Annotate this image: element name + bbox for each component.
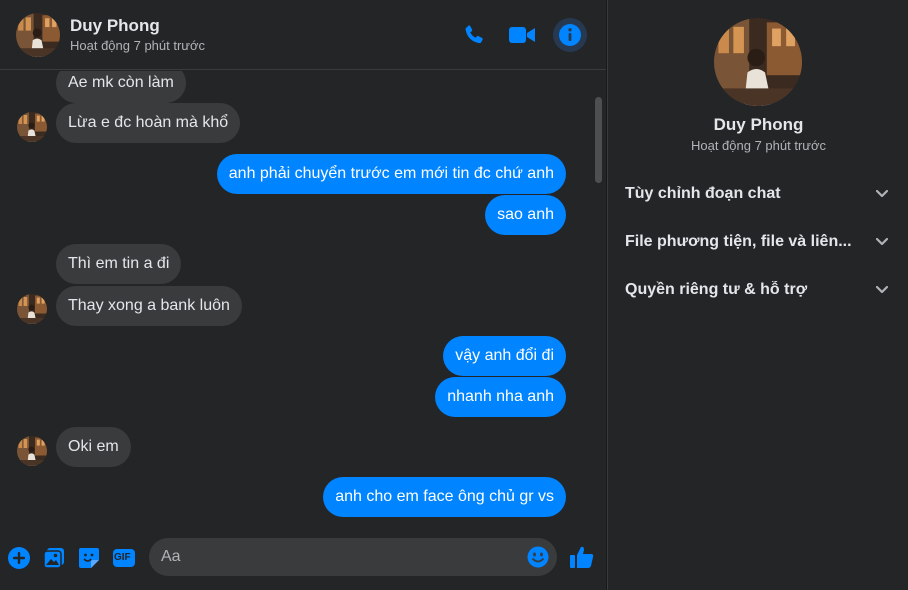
message-input-box[interactable]: [149, 538, 557, 576]
video-camera-icon[interactable]: [507, 20, 537, 50]
section-customize-chat[interactable]: Tùy chỉnh đoạn chat: [616, 172, 896, 216]
gif-label: GIF: [114, 552, 131, 563]
incoming-message[interactable]: Oki em: [56, 427, 131, 467]
outgoing-message[interactable]: vậy anh đổi đi: [443, 336, 566, 376]
plus-circle-icon[interactable]: [6, 545, 32, 571]
chevron-down-icon: [875, 285, 889, 294]
incoming-message[interactable]: Lừa e đc hoàn mà khổ: [56, 103, 241, 143]
message-input[interactable]: [161, 538, 521, 576]
sticker-icon[interactable]: [76, 545, 102, 571]
message-list[interactable]: Ae mk còn làm Lừa e đc hoàn mà khổ anh p…: [0, 71, 590, 523]
outgoing-message[interactable]: sao anh: [485, 195, 566, 235]
gif-icon[interactable]: GIF: [111, 545, 137, 571]
contact-status: Hoạt động 7 phút trước: [70, 38, 206, 53]
profile-picture[interactable]: [714, 18, 802, 106]
chevron-down-icon: [875, 189, 889, 198]
contact-avatar-small: [17, 294, 47, 324]
section-media-files-links[interactable]: File phương tiện, file và liên...: [616, 220, 896, 264]
profile-status: Hoạt động 7 phút trước: [690, 138, 827, 153]
thumbs-up-icon[interactable]: [568, 543, 596, 571]
image-icon[interactable]: [41, 545, 67, 571]
scrollbar-thumb[interactable]: [595, 97, 602, 183]
incoming-message[interactable]: Thay xong a bank luôn: [56, 286, 242, 326]
chevron-down-icon: [875, 237, 889, 246]
contact-avatar[interactable]: [16, 13, 60, 57]
chat-panel: Duy Phong Hoạt động 7 phút trước Ae mk c…: [0, 0, 606, 590]
outgoing-message[interactable]: nhanh nha anh: [435, 377, 566, 417]
contact-avatar-small: [17, 112, 47, 142]
section-privacy-support[interactable]: Quyền riêng tư & hỗ trợ: [616, 268, 896, 312]
section-label: Tùy chỉnh đoạn chat: [625, 185, 781, 202]
section-label: Quyền riêng tư & hỗ trợ: [625, 281, 808, 298]
incoming-message[interactable]: Ae mk còn làm: [56, 71, 186, 103]
outgoing-message[interactable]: anh cho em face ông chủ gr vs: [323, 477, 566, 517]
phone-icon[interactable]: [459, 20, 489, 50]
section-label: File phương tiện, file và liên...: [625, 233, 852, 250]
composer: GIF: [0, 524, 606, 590]
conversation-info-panel: Duy Phong Hoạt động 7 phút trước Tùy chỉ…: [607, 0, 908, 590]
chat-header: Duy Phong Hoạt động 7 phút trước: [0, 0, 606, 70]
message-scrollbar[interactable]: [590, 71, 606, 523]
emoji-icon[interactable]: [527, 546, 549, 568]
contact-name[interactable]: Duy Phong: [70, 16, 160, 36]
outgoing-message[interactable]: anh phải chuyển trước em mới tin đc chứ …: [216, 154, 566, 194]
incoming-message[interactable]: Thì em tin a đi: [56, 244, 182, 284]
contact-avatar-small: [17, 436, 47, 466]
profile-name[interactable]: Duy Phong: [608, 115, 908, 135]
info-icon[interactable]: [553, 18, 587, 52]
